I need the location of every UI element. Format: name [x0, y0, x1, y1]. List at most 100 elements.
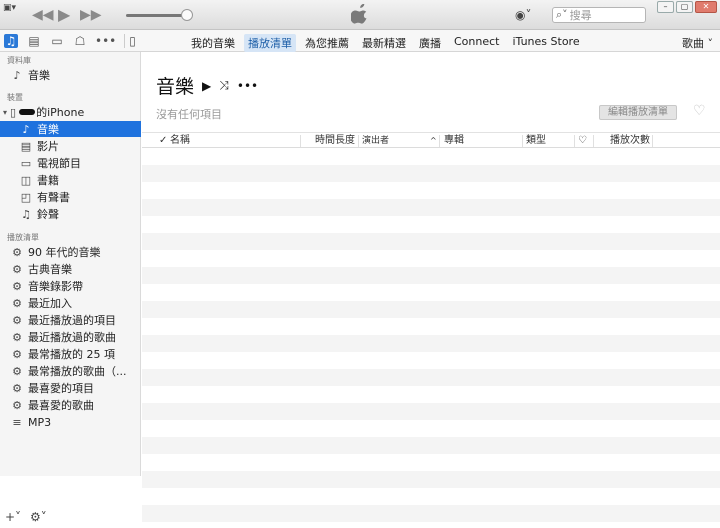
tab-playlists[interactable]: 播放清單 [244, 34, 296, 52]
sidebar-item-device-music[interactable]: ♪ 音樂 [0, 121, 141, 137]
heart-icon[interactable]: ♡ [693, 103, 706, 119]
column-duration[interactable]: 時間長度 [315, 134, 355, 148]
podcasts-media-icon[interactable]: ☖ [73, 34, 87, 48]
devices-header: 裝置 [7, 93, 23, 102]
column-name[interactable]: 名稱 [170, 134, 190, 148]
gear-icon: ⚙ [12, 398, 22, 412]
table-row [142, 301, 720, 318]
sidebar-playlist[interactable]: ≡ MP3 [0, 414, 141, 430]
checkmark-icon: ✓ [159, 135, 168, 146]
page-title: 音樂 [156, 76, 195, 98]
column-album[interactable]: 專輯 [444, 134, 464, 148]
table-row [142, 182, 720, 199]
table-row [142, 165, 720, 182]
close-button[interactable]: ✕ [695, 1, 717, 13]
sidebar-item-label: 音樂錄影帶 [28, 280, 83, 293]
sidebar: 資料庫 ♪ 音樂 裝置 ▾ ▯ 的iPhone ♪ 音樂 ▤ 影片 ▭ 電視節目… [0, 52, 141, 524]
sidebar-playlist[interactable]: ⚙ 最常播放的 25 項 [0, 346, 141, 362]
sidebar-playlist[interactable]: ⚙ 最喜愛的項目 [0, 380, 141, 396]
column-divider [439, 135, 440, 147]
more-icon[interactable]: ••• [95, 34, 116, 48]
table-row [142, 420, 720, 437]
sidebar-playlist[interactable]: ⚙ 最常播放的歌曲（... [0, 363, 141, 379]
column-divider [358, 135, 359, 147]
tab-new[interactable]: 最新精選 [358, 34, 410, 52]
sidebar-playlist[interactable]: ⚙ 最近加入 [0, 295, 141, 311]
tab-connect[interactable]: Connect [450, 34, 503, 52]
account-icon[interactable]: ◉˅ [515, 8, 531, 22]
tab-my-music[interactable]: 我的音樂 [187, 34, 239, 52]
column-divider [574, 135, 575, 147]
volume-slider[interactable] [126, 14, 188, 17]
column-genre[interactable]: 類型 [526, 134, 546, 148]
song-list [142, 148, 720, 522]
table-row [142, 352, 720, 369]
sidebar-playlist[interactable]: ⚙ 最近播放過的歌曲 [0, 329, 141, 345]
nav-tabs: 我的音樂 播放清單 為您推薦 最新精選 廣播 Connect iTunes St… [187, 34, 589, 52]
sidebar-item-device-books[interactable]: ◫ 書籍 [0, 172, 141, 188]
table-row [142, 488, 720, 505]
tv-media-icon[interactable]: ▭ [50, 34, 64, 48]
shuffle-icon[interactable]: ⤨ [219, 78, 229, 93]
table-row [142, 403, 720, 420]
sidebar-device-iphone[interactable]: ▾ ▯ 的iPhone [0, 104, 141, 120]
app-menu-button[interactable]: ▣▾ [3, 2, 21, 14]
search-icon: ⌕˅ [556, 8, 568, 21]
tab-for-you[interactable]: 為您推薦 [301, 34, 353, 52]
sidebar-playlist[interactable]: ⚙ 古典音樂 [0, 261, 141, 277]
iphone-icon: ▯ [10, 105, 17, 119]
gear-icon: ⚙ [12, 245, 22, 259]
column-artist[interactable]: 演出者 [362, 134, 389, 148]
sidebar-item-device-movies[interactable]: ▤ 影片 [0, 138, 141, 154]
playlists-header: 播放清單 [7, 233, 39, 242]
play-icon[interactable]: ▶ [58, 5, 70, 24]
sidebar-item-device-tv[interactable]: ▭ 電視節目 [0, 155, 141, 171]
music-media-icon[interactable]: ♫ [4, 34, 18, 48]
sidebar-playlist[interactable]: ⚙ 音樂錄影帶 [0, 278, 141, 294]
gear-icon: ⚙ [12, 364, 22, 378]
minimize-button[interactable]: – [657, 1, 674, 13]
music-note-icon: ♪ [13, 68, 21, 82]
column-divider [652, 135, 653, 147]
column-plays[interactable]: 播放次數 [610, 134, 650, 148]
view-options-dropdown[interactable]: 歌曲 ˅ [682, 35, 713, 51]
tab-radio[interactable]: 廣播 [415, 34, 445, 52]
sidebar-item-device-audiobooks[interactable]: ◰ 有聲書 [0, 189, 141, 205]
gear-icon: ⚙ [12, 262, 22, 276]
column-heart-icon[interactable]: ♡ [578, 134, 587, 148]
movies-media-icon[interactable]: ▤ [27, 34, 41, 48]
maximize-button[interactable]: ▢ [676, 1, 693, 13]
sidebar-item-label: 最近播放過的項目 [28, 314, 116, 327]
iphone-device-icon[interactable]: ▯ [124, 34, 140, 48]
table-row [142, 216, 720, 233]
sidebar-item-label: 書籍 [37, 174, 59, 187]
table-row [142, 284, 720, 301]
next-track-icon[interactable]: ▶▶ [80, 7, 102, 23]
gear-icon[interactable]: ⚙˅ [30, 510, 47, 524]
volume-knob[interactable] [181, 9, 193, 21]
gear-icon: ⚙ [12, 313, 22, 327]
search-field[interactable]: ⌕˅ 搜尋 [552, 7, 646, 23]
previous-track-icon[interactable]: ◀◀ [32, 7, 54, 23]
title-bar: ▣▾ ◀◀ ▶ ▶▶ ◉˅ ⌕˅ 搜尋 – ▢ ✕ [0, 0, 720, 30]
sidebar-item-label: MP3 [28, 415, 52, 429]
sidebar-item-device-tones[interactable]: ♫ 鈴聲 [0, 206, 141, 222]
playlist-icon: ≡ [12, 415, 22, 429]
sidebar-item-label: 最近加入 [28, 297, 72, 310]
edit-playlist-button[interactable]: 編輯播放清單 [599, 105, 677, 120]
sidebar-playlist[interactable]: ⚙ 最喜愛的歌曲 [0, 397, 141, 413]
more-options-icon[interactable]: ••• [237, 79, 258, 93]
sidebar-item-label: 最常播放的歌曲（... [28, 365, 127, 378]
table-row [142, 335, 720, 352]
sidebar-playlist[interactable]: ⚙ 90 年代的音樂 [0, 244, 141, 260]
sidebar-item-label: 鈴聲 [37, 208, 59, 221]
sidebar-item-library-music[interactable]: ♪ 音樂 [0, 67, 141, 83]
sidebar-playlist[interactable]: ⚙ 最近播放過的項目 [0, 312, 141, 328]
tab-itunes-store[interactable]: iTunes Store [508, 34, 583, 52]
table-row [142, 386, 720, 403]
chevron-down-icon: ˅ [707, 37, 714, 50]
gear-icon: ⚙ [12, 330, 22, 344]
play-icon[interactable]: ▶ [202, 79, 211, 93]
empty-state-text: 沒有任何項目 [156, 108, 222, 121]
add-playlist-button[interactable]: +˅ [5, 510, 21, 524]
